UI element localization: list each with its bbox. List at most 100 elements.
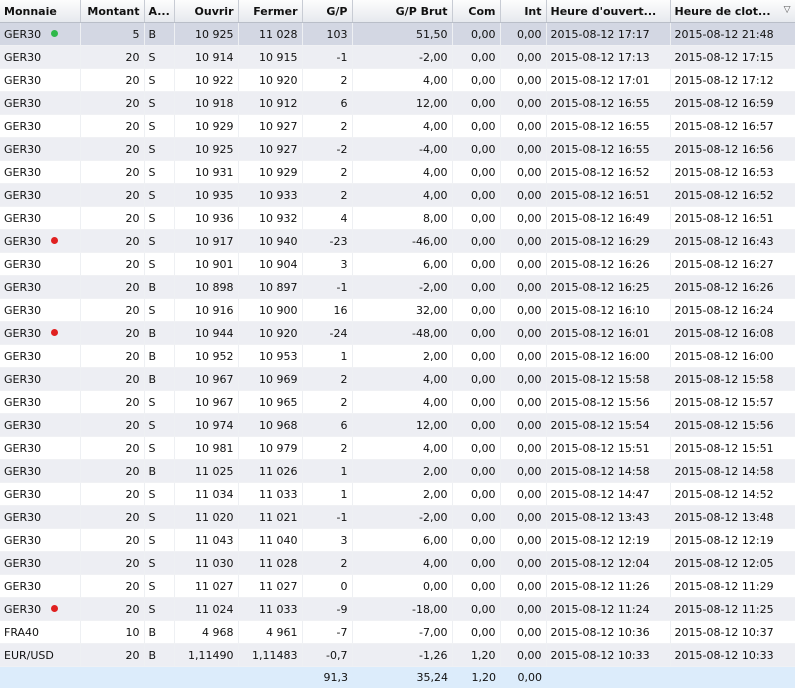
cell-fermer-text: 10 900 <box>259 304 298 317</box>
cell-gp: -9 <box>302 598 352 621</box>
header-gp[interactable]: G/P <box>302 0 352 23</box>
cell-fermer: 11 033 <box>238 483 302 506</box>
table-row[interactable]: GER3020S10 91410 915-1-2,000,000,002015-… <box>0 46 795 69</box>
cell-heure-cloture: 2015-08-12 12:05 <box>670 552 795 575</box>
cell-com: 0,00 <box>452 575 500 598</box>
cell-monnaie: GER30 <box>0 345 80 368</box>
table-row[interactable]: GER3020S10 92510 927-2-4,000,000,002015-… <box>0 138 795 161</box>
cell-com: 0,00 <box>452 391 500 414</box>
cell-int: 0,00 <box>500 299 546 322</box>
cell-com: 0,00 <box>452 69 500 92</box>
cell-gp-brut-text: -2,00 <box>419 51 447 64</box>
cell-com: 0,00 <box>452 92 500 115</box>
cell-heure-cloture: 2015-08-12 16:24 <box>670 299 795 322</box>
sort-desc-icon[interactable]: ▽ <box>784 5 791 15</box>
header-heure-cloture[interactable]: ▽Heure de clot... <box>670 0 795 23</box>
cell-int-text: 0,00 <box>517 511 542 524</box>
table-row[interactable]: GER3020S10 92910 92724,000,000,002015-08… <box>0 115 795 138</box>
table-row[interactable]: GER3020S10 90110 90436,000,000,002015-08… <box>0 253 795 276</box>
cell-gp-brut-text: 2,00 <box>423 488 448 501</box>
header-fermer[interactable]: Fermer <box>238 0 302 23</box>
table-row[interactable]: GER3020B10 89810 897-1-2,000,000,002015-… <box>0 276 795 299</box>
cell-int: 0,00 <box>500 115 546 138</box>
cell-gp-brut-text: 12,00 <box>416 97 448 110</box>
cell-ouvrir-text: 10 981 <box>195 442 234 455</box>
cell-heure-cloture-text: 2015-08-12 16:24 <box>675 304 774 317</box>
cell-gp-brut-text: -48,00 <box>412 327 447 340</box>
header-achat-vente[interactable]: A... <box>144 0 174 23</box>
header-int[interactable]: Int <box>500 0 546 23</box>
table-row[interactable]: GER3020S11 04311 04036,000,000,002015-08… <box>0 529 795 552</box>
cell-gp-brut: -4,00 <box>352 138 452 161</box>
cell-ouvrir-text: 11 043 <box>195 534 234 547</box>
cell-heure-ouverture-text: 2015-08-12 16:29 <box>551 235 650 248</box>
table-row[interactable]: GER3020S10 98110 97924,000,000,002015-08… <box>0 437 795 460</box>
cell-heure-ouverture: 2015-08-12 10:33 <box>546 644 670 667</box>
table-row[interactable]: GER3020B10 96710 96924,000,000,002015-08… <box>0 368 795 391</box>
table-row[interactable]: GER3020B10 94410 920-24-48,000,000,00201… <box>0 322 795 345</box>
header-montant[interactable]: Montant <box>80 0 144 23</box>
table-row[interactable]: GER3020S10 97410 968612,000,000,002015-0… <box>0 414 795 437</box>
cell-heure-ouverture: 2015-08-12 16:55 <box>546 92 670 115</box>
cell-ouvrir: 11 020 <box>174 506 238 529</box>
cell-gp-brut: 4,00 <box>352 437 452 460</box>
table-row[interactable]: GER3020S11 03411 03312,000,000,002015-08… <box>0 483 795 506</box>
header-gp-brut[interactable]: G/P Brut <box>352 0 452 23</box>
table-row[interactable]: GER3020S10 93610 93248,000,000,002015-08… <box>0 207 795 230</box>
cell-montant: 20 <box>80 460 144 483</box>
table-row[interactable]: GER3020S10 96710 96524,000,000,002015-08… <box>0 391 795 414</box>
table-row[interactable]: GER3020S10 91610 9001632,000,000,002015-… <box>0 299 795 322</box>
table-row[interactable]: GER3020S10 93110 92924,000,000,002015-08… <box>0 161 795 184</box>
table-row[interactable]: GER3020S10 92210 92024,000,000,002015-08… <box>0 69 795 92</box>
cell-heure-ouverture-text: 2015-08-12 16:25 <box>551 281 650 294</box>
table-row[interactable]: GER3020S11 03011 02824,000,000,002015-08… <box>0 552 795 575</box>
cell-heure-cloture-text: 2015-08-12 14:52 <box>675 488 774 501</box>
cell-gp: 6 <box>302 414 352 437</box>
cell-achat-vente: S <box>144 184 174 207</box>
table-row[interactable]: EUR/USD20B1,114901,11483-0,7-1,261,200,0… <box>0 644 795 667</box>
header-com[interactable]: Com <box>452 0 500 23</box>
cell-heure-cloture: 2015-08-12 12:19 <box>670 529 795 552</box>
cell-gp-brut-text: 4,00 <box>423 557 448 570</box>
table-row[interactable]: GER3020S11 02411 033-9-18,000,000,002015… <box>0 598 795 621</box>
table-row[interactable]: FRA4010B4 9684 961-7-7,000,000,002015-08… <box>0 621 795 644</box>
cell-achat-vente: S <box>144 161 174 184</box>
cell-com-text: 0,00 <box>471 97 496 110</box>
total-gp-brut: 35,24 <box>352 667 452 688</box>
cell-int: 0,00 <box>500 46 546 69</box>
cell-achat-vente: B <box>144 621 174 644</box>
table-row[interactable]: GER3020S11 02011 021-1-2,000,000,002015-… <box>0 506 795 529</box>
cell-gp-brut-text: -4,00 <box>419 143 447 156</box>
cell-gp-text: -9 <box>337 603 348 616</box>
cell-heure-ouverture: 2015-08-12 15:54 <box>546 414 670 437</box>
cell-gp-brut: 32,00 <box>352 299 452 322</box>
table-row[interactable]: GER3020S11 02711 02700,000,000,002015-08… <box>0 575 795 598</box>
cell-gp-text: -24 <box>330 327 348 340</box>
cell-heure-cloture: 2015-08-12 16:27 <box>670 253 795 276</box>
cell-gp-text: 6 <box>341 97 348 110</box>
table-row[interactable]: GER3020B11 02511 02612,000,000,002015-08… <box>0 460 795 483</box>
header-ouvrir[interactable]: Ouvrir <box>174 0 238 23</box>
table-row[interactable]: GER3020S10 91810 912612,000,000,002015-0… <box>0 92 795 115</box>
cell-com-text: 0,00 <box>471 74 496 87</box>
cell-gp-brut: -2,00 <box>352 46 452 69</box>
table-row[interactable]: GER3020S10 93510 93324,000,000,002015-08… <box>0 184 795 207</box>
cell-monnaie: GER30 <box>0 184 80 207</box>
cell-heure-cloture-text: 2015-08-12 21:48 <box>675 28 774 41</box>
cell-heure-ouverture-text: 2015-08-12 15:54 <box>551 419 650 432</box>
table-row[interactable]: GER3020S10 91710 940-23-46,000,000,00201… <box>0 230 795 253</box>
cell-heure-ouverture-text: 2015-08-12 16:52 <box>551 166 650 179</box>
table-row[interactable]: GER305B10 92511 02810351,500,000,002015-… <box>0 23 795 46</box>
cell-montant: 20 <box>80 276 144 299</box>
header-monnaie[interactable]: Monnaie <box>0 0 80 23</box>
cell-heure-ouverture-text: 2015-08-12 16:49 <box>551 212 650 225</box>
header-heure-ouverture[interactable]: Heure d'ouvert... <box>546 0 670 23</box>
cell-com: 0,00 <box>452 138 500 161</box>
cell-monnaie: GER30 <box>0 391 80 414</box>
cell-ouvrir: 10 952 <box>174 345 238 368</box>
cell-int: 0,00 <box>500 253 546 276</box>
table-row[interactable]: GER3020B10 95210 95312,000,000,002015-08… <box>0 345 795 368</box>
totals-row: 91,3 35,24 1,20 0,00 <box>0 667 795 688</box>
cell-monnaie: GER30 <box>0 552 80 575</box>
cell-montant: 5 <box>80 23 144 46</box>
